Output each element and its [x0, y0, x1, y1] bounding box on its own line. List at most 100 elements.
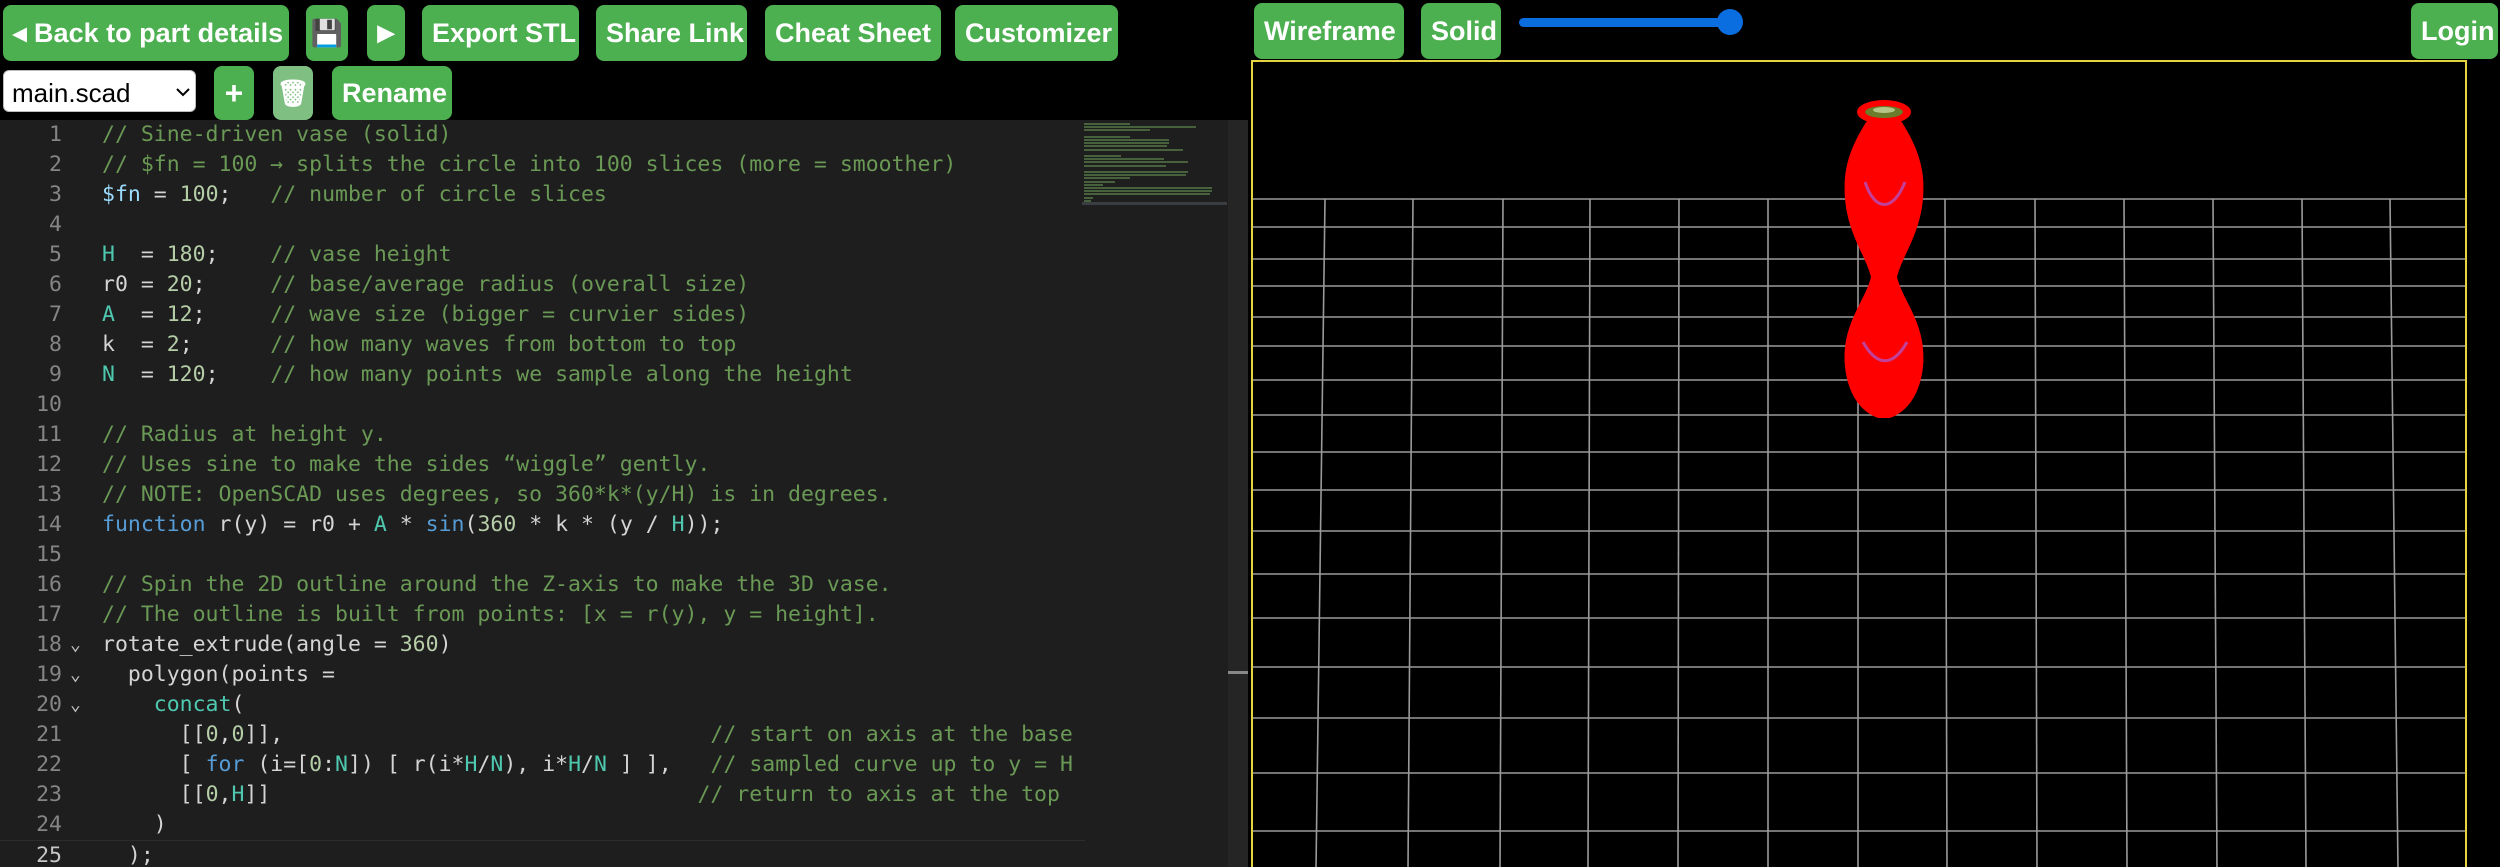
minimap-line [1084, 174, 1186, 177]
chevron-down-icon [176, 88, 190, 97]
minimap-line [1084, 139, 1169, 141]
model-canvas [1253, 100, 2465, 867]
code-line[interactable]: 7 A = 12; // wave size (bigger = curvier … [0, 300, 1085, 330]
code-line[interactable]: 13 // NOTE: OpenSCAD uses degrees, so 360… [0, 480, 1085, 510]
code-line[interactable]: 10 [0, 390, 1085, 420]
line-number: 6 [49, 272, 62, 297]
code-line[interactable]: 1 // Sine-driven vase (solid) [0, 120, 1085, 150]
floor-grid [1253, 198, 2465, 867]
code-line[interactable]: 5 H = 180; // vase height [0, 240, 1085, 270]
code-line[interactable]: 24 ) [0, 810, 1085, 840]
line-number: 14 [36, 512, 62, 537]
add-file-icon[interactable]: + [214, 66, 254, 120]
code-text: [[0,0]], // start on axis at the base [102, 722, 1073, 747]
fold-chevron-icon[interactable]: ⌄ [70, 630, 94, 660]
file-select-value: main.scad [12, 78, 131, 108]
minimap-line [1084, 183, 1103, 186]
line-number: 21 [36, 722, 62, 747]
line-number: 19 [36, 662, 62, 687]
code-text: function r(y) = r0 + A * sin(360 * k * (… [102, 512, 724, 537]
minimap-line [1084, 171, 1188, 173]
code-line[interactable]: 14 function r(y) = r0 + A * sin(360 * k *… [0, 510, 1085, 540]
code-line[interactable]: 6 r0 = 20; // base/average radius (overal… [0, 270, 1085, 300]
minimap-line [1084, 129, 1151, 132]
minimap-line [1084, 155, 1122, 157]
code-text: N = 120; // how many points we sample al… [102, 362, 853, 387]
code-line[interactable]: 9 N = 120; // how many points we sample a… [0, 360, 1085, 390]
code-text: // The outline is built from points: [x … [102, 602, 879, 627]
line-number: 24 [36, 812, 62, 837]
view-slider[interactable] [1519, 9, 1743, 35]
line-number: 25 [36, 843, 62, 867]
back-to-part-details-button[interactable]: ◂ Back to part details [3, 5, 289, 61]
code-line[interactable]: 2 // $fn = 100 → splits the circle into 1… [0, 150, 1085, 180]
code-text: // Spin the 2D outline around the Z-axis… [102, 572, 892, 597]
login-button[interactable]: Login [2411, 3, 2498, 59]
code-line[interactable]: 20 ⌄ concat( [0, 690, 1085, 720]
code-line[interactable]: 12 // Uses sine to make the sides “wiggle… [0, 450, 1085, 480]
code-line[interactable]: 25 ); [0, 840, 1085, 867]
code-text: k = 2; // how many waves from bottom to … [102, 332, 737, 357]
fold-chevron-icon[interactable]: ⌄ [70, 690, 94, 720]
code-line[interactable]: 21 [[0,0]], // start on axis at the base [0, 720, 1085, 750]
customizer-button[interactable]: Customizer [955, 5, 1118, 61]
minimap-line [1084, 158, 1164, 161]
line-number: 13 [36, 482, 62, 507]
code-text: // $fn = 100 → splits the circle into 10… [102, 152, 957, 177]
line-number: 8 [49, 332, 62, 357]
minimap-line [1084, 193, 1210, 196]
solid-button[interactable]: Solid [1421, 3, 1501, 59]
code-text: // Sine-driven vase (solid) [102, 122, 452, 147]
code-line[interactable]: 3 $fn = 100; // number of circle slices [0, 180, 1085, 210]
run-icon[interactable]: ▶ [367, 5, 405, 61]
code-text: $fn = 100; // number of circle slices [102, 182, 607, 207]
cheat-sheet-button[interactable]: Cheat Sheet [765, 5, 941, 61]
minimap-viewport [1082, 202, 1227, 205]
line-number: 16 [36, 572, 62, 597]
code-line[interactable]: 8 k = 2; // how many waves from bottom to… [0, 330, 1085, 360]
trash-icon[interactable]: 🗑 [273, 66, 313, 120]
code-line[interactable]: 17 // The outline is built from points: [… [0, 600, 1085, 630]
minimap-line [1084, 180, 1115, 183]
export-stl-button[interactable]: Export STL [422, 5, 579, 61]
line-number: 18 [36, 632, 62, 657]
fold-chevron-icon[interactable]: ⌄ [70, 660, 94, 690]
minimap-line [1084, 196, 1093, 199]
line-number: 10 [36, 392, 62, 417]
editor-scrollbar[interactable] [1228, 120, 1248, 867]
line-number: 12 [36, 452, 62, 477]
minimap-line [1084, 177, 1130, 180]
line-number: 9 [49, 362, 62, 387]
line-number: 17 [36, 602, 62, 627]
code-line[interactable]: 19 ⌄ polygon(points = [0, 660, 1085, 690]
code-text: // Radius at height y. [102, 422, 387, 447]
share-link-button[interactable]: Share Link [596, 5, 747, 61]
3d-viewport[interactable] [1251, 60, 2467, 867]
pane-divider-handle[interactable] [1228, 671, 1248, 674]
minimap-line [1084, 135, 1130, 138]
minimap[interactable] [1082, 120, 1227, 205]
minimap-line [1084, 187, 1212, 189]
code-line[interactable]: 22 [ for (i=[0:N]) [ r(i*H/N), i*H/N ] ]… [0, 750, 1085, 780]
line-number: 15 [36, 542, 62, 567]
code-line[interactable]: 16 // Spin the 2D outline around the Z-ax… [0, 570, 1085, 600]
code-text: polygon(points = [102, 662, 335, 687]
line-number: 11 [36, 422, 62, 447]
code-editor[interactable]: 1 // Sine-driven vase (solid) 2 // $fn = 10… [0, 120, 1248, 867]
line-number: 23 [36, 782, 62, 807]
code-line[interactable]: 23 [[0,H]] // return to axis at the top [0, 780, 1085, 810]
code-line[interactable]: 18 ⌄ rotate_extrude(angle = 360) [0, 630, 1085, 660]
code-text: H = 180; // vase height [102, 242, 452, 267]
code-line[interactable]: 4 [0, 210, 1085, 240]
minimap-line [1084, 161, 1188, 164]
line-number: 4 [49, 212, 62, 237]
code-line[interactable]: 11 // Radius at height y. [0, 420, 1085, 450]
line-number: 3 [49, 182, 62, 207]
slider-thumb[interactable] [1717, 9, 1743, 35]
code-line[interactable]: 15 [0, 540, 1085, 570]
file-select[interactable]: main.scad [3, 70, 196, 112]
save-icon[interactable]: 💾 [306, 5, 348, 61]
wireframe-button[interactable]: Wireframe [1254, 3, 1404, 59]
rename-button[interactable]: Rename [332, 66, 452, 120]
line-number: 2 [49, 152, 62, 177]
